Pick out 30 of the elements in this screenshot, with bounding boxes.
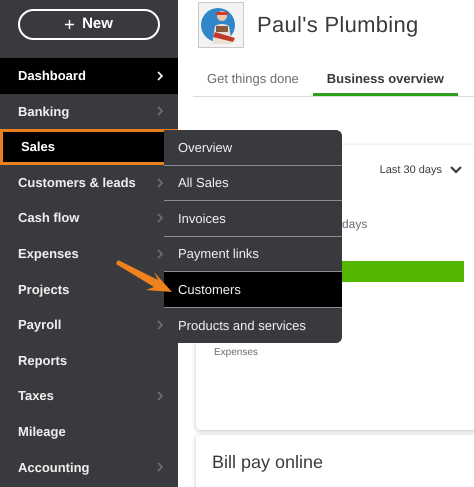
chevron-right-icon	[157, 248, 163, 259]
chevron-right-icon	[157, 70, 163, 81]
sidebar-item[interactable]: Reports	[0, 342, 178, 378]
card-title: Bill pay online	[212, 452, 324, 472]
sidebar-item[interactable]: Banking	[0, 94, 178, 130]
chevron-right-icon	[157, 178, 163, 188]
sidebar-item[interactable]: Taxes	[0, 378, 178, 414]
sidebar-item[interactable]: Accounting	[0, 450, 178, 486]
submenu-item[interactable]: Overview	[164, 130, 342, 166]
chevron-right-icon	[157, 213, 163, 224]
company-name: Paul's Plumbing	[257, 10, 419, 39]
pointer-arrow	[116, 258, 174, 294]
period-text: days	[342, 216, 368, 232]
sidebar-item[interactable]: Sales	[0, 129, 178, 165]
chevron-right-icon	[157, 106, 163, 116]
submenu-item[interactable]: All Sales	[164, 166, 342, 201]
plus-icon	[65, 20, 74, 29]
new-button[interactable]: New	[18, 9, 160, 40]
chevron-right-icon	[157, 320, 163, 330]
chevron-right-icon	[157, 391, 163, 402]
submenu-item[interactable]: Customers	[164, 272, 342, 308]
chevron-right-icon	[157, 462, 163, 472]
sidebar-item[interactable]: Dashboard	[0, 58, 178, 94]
submenu-item[interactable]: Invoices	[164, 201, 342, 236]
sidebar-item[interactable]: Mileage	[0, 414, 178, 450]
tab[interactable]: Business overview	[312, 64, 458, 96]
period-dropdown[interactable]: Last 30 days	[380, 162, 442, 178]
legend-label: Expenses	[214, 346, 258, 360]
chevron-down-icon	[450, 166, 462, 174]
tab[interactable]: Get things done	[193, 64, 313, 96]
